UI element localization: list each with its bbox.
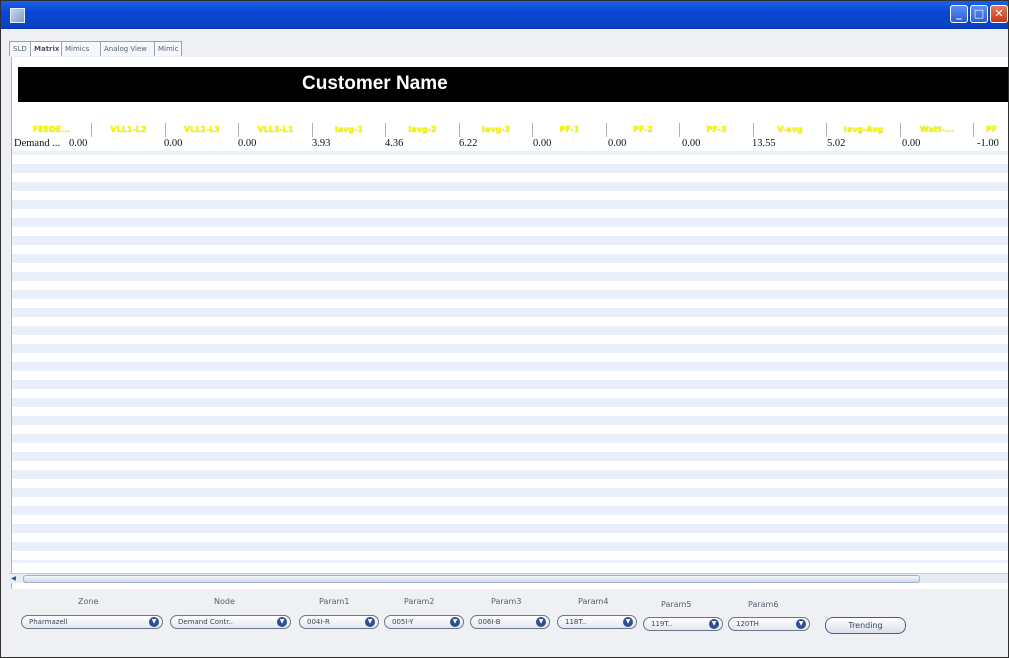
close-button[interactable]: ✕ bbox=[990, 5, 1008, 23]
node-select-value: Demand Contr.. bbox=[178, 618, 233, 626]
customer-banner: Customer Name bbox=[18, 67, 1008, 102]
param2-select[interactable]: 005I-Y ▼ bbox=[384, 615, 464, 629]
node-select[interactable]: Demand Contr.. ▼ bbox=[170, 615, 291, 629]
chevron-down-icon: ▼ bbox=[450, 617, 460, 627]
application-window: _ □ ✕ SLD Matrix Mimics Analog View Mimi… bbox=[0, 0, 1009, 658]
table-cell: Demand ... bbox=[14, 138, 61, 149]
table-cell: 4.36 bbox=[385, 138, 404, 149]
tab-strip: SLD Matrix Mimics Analog View Mimic bbox=[9, 41, 182, 56]
column-header[interactable]: V-avg bbox=[753, 123, 826, 137]
trending-button[interactable]: Trending bbox=[825, 617, 906, 634]
chevron-down-icon: ▼ bbox=[277, 617, 287, 627]
column-header[interactable]: Watt-... bbox=[900, 123, 973, 137]
column-header[interactable]: Iavg-Avg bbox=[826, 123, 900, 137]
zone-select[interactable]: Pharmazell ▼ bbox=[21, 615, 163, 629]
param4-select-value: 118T.. bbox=[565, 618, 587, 626]
title-bar[interactable]: _ □ ✕ bbox=[1, 1, 1008, 29]
column-header[interactable]: VLL1-L2 bbox=[91, 123, 165, 137]
param5-label: Param5 bbox=[661, 600, 692, 609]
table-row[interactable]: Demand ... 0.00 0.00 0.00 3.93 4.36 6.22… bbox=[12, 137, 1008, 151]
scrollbar-thumb[interactable] bbox=[23, 575, 920, 583]
chevron-down-icon: ▼ bbox=[536, 617, 546, 627]
param4-select[interactable]: 118T.. ▼ bbox=[557, 615, 637, 629]
param2-select-value: 005I-Y bbox=[392, 618, 414, 626]
matrix-panel: Customer Name FEEDE... VLL1-L2 VLL2-L3 V… bbox=[11, 57, 1008, 589]
column-header[interactable]: PF-3 bbox=[679, 123, 753, 137]
column-header[interactable]: VLL2-L3 bbox=[165, 123, 238, 137]
table-body bbox=[12, 137, 1008, 563]
table-cell: 0.00 bbox=[902, 138, 921, 149]
table-cell: 0.00 bbox=[69, 138, 88, 149]
horizontal-scrollbar[interactable]: ◀ bbox=[9, 573, 1008, 583]
table-cell: 0.00 bbox=[608, 138, 627, 149]
column-header[interactable]: PF bbox=[973, 123, 1008, 137]
table-cell: 0.00 bbox=[238, 138, 257, 149]
tab-matrix[interactable]: Matrix bbox=[30, 41, 62, 56]
param1-select-value: 004I-R bbox=[307, 618, 330, 626]
param6-select[interactable]: 120TH ▼ bbox=[728, 617, 810, 631]
tab-mimic[interactable]: Mimic bbox=[154, 41, 182, 56]
column-header[interactable]: PF-2 bbox=[606, 123, 679, 137]
column-header[interactable]: Iavg-2 bbox=[385, 123, 459, 137]
tab-mimics[interactable]: Mimics bbox=[61, 41, 101, 56]
param5-select-value: 119T.. bbox=[651, 620, 673, 628]
app-icon bbox=[10, 8, 25, 23]
scroll-left-icon[interactable]: ◀ bbox=[9, 574, 18, 583]
table-cell: 3.93 bbox=[312, 138, 331, 149]
param3-select-value: 006I-B bbox=[478, 618, 501, 626]
filter-controls: Zone Pharmazell ▼ Node Demand Contr.. ▼ … bbox=[1, 591, 1008, 657]
param4-label: Param4 bbox=[578, 597, 609, 606]
table-cell: 5.02 bbox=[827, 138, 846, 149]
column-header[interactable]: Iavg-3 bbox=[459, 123, 532, 137]
chevron-down-icon: ▼ bbox=[623, 617, 633, 627]
param3-label: Param3 bbox=[491, 597, 522, 606]
tab-sld[interactable]: SLD bbox=[9, 41, 31, 56]
table-cell: 0.00 bbox=[533, 138, 552, 149]
column-header[interactable]: PF-1 bbox=[532, 123, 606, 137]
param6-select-value: 120TH bbox=[736, 620, 759, 628]
node-label: Node bbox=[214, 597, 235, 606]
chevron-down-icon: ▼ bbox=[149, 617, 159, 627]
param1-label: Param1 bbox=[319, 597, 350, 606]
maximize-button[interactable]: □ bbox=[970, 5, 988, 23]
table-header: FEEDE... VLL1-L2 VLL2-L3 VLL3-L1 Iavg-1 … bbox=[12, 123, 1008, 137]
param2-label: Param2 bbox=[404, 597, 435, 606]
zone-select-value: Pharmazell bbox=[29, 618, 68, 626]
window-controls: _ □ ✕ bbox=[950, 5, 1008, 23]
param5-select[interactable]: 119T.. ▼ bbox=[643, 617, 723, 631]
table-cell: 13.55 bbox=[752, 138, 776, 149]
chevron-down-icon: ▼ bbox=[709, 619, 719, 629]
table-cell: -1.00 bbox=[977, 138, 999, 149]
column-header[interactable]: FEEDE... bbox=[12, 123, 91, 137]
param3-select[interactable]: 006I-B ▼ bbox=[470, 615, 550, 629]
tab-analog-view[interactable]: Analog View bbox=[100, 41, 155, 56]
table-cell: 6.22 bbox=[459, 138, 478, 149]
param6-label: Param6 bbox=[748, 600, 779, 609]
param1-select[interactable]: 004I-R ▼ bbox=[299, 615, 379, 629]
chevron-down-icon: ▼ bbox=[365, 617, 375, 627]
zone-label: Zone bbox=[78, 597, 99, 606]
chevron-down-icon: ▼ bbox=[796, 619, 806, 629]
customer-name-title: Customer Name bbox=[302, 73, 448, 94]
minimize-button[interactable]: _ bbox=[950, 5, 968, 23]
column-header[interactable]: VLL3-L1 bbox=[238, 123, 312, 137]
table-cell: 0.00 bbox=[682, 138, 701, 149]
table-cell: 0.00 bbox=[164, 138, 183, 149]
column-header[interactable]: Iavg-1 bbox=[312, 123, 385, 137]
